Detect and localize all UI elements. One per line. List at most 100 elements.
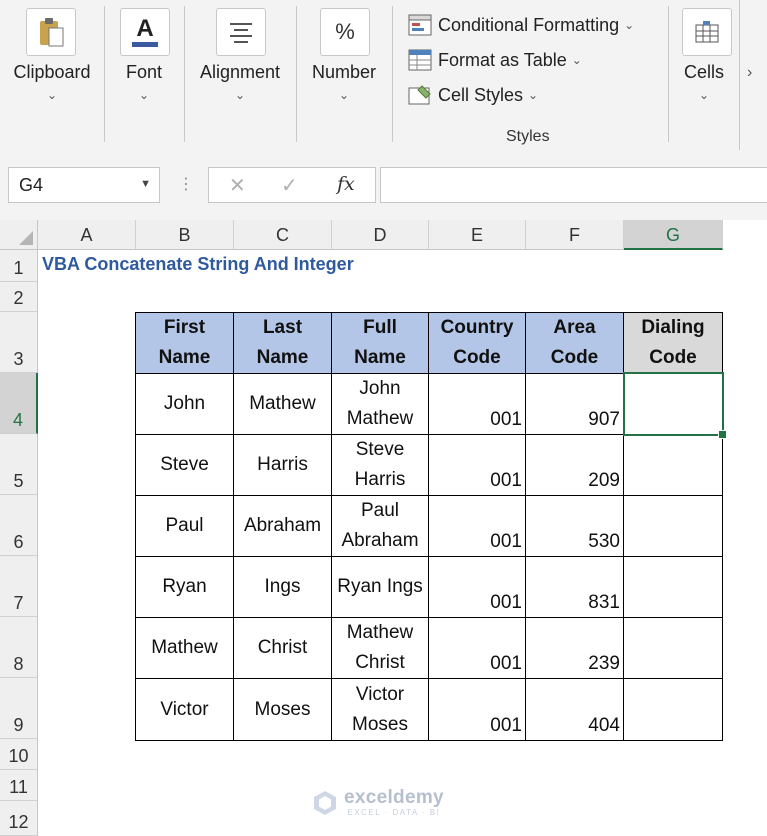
- column-header-b[interactable]: B: [136, 220, 234, 250]
- cell-full-name[interactable]: Paul Abraham: [332, 496, 429, 557]
- cell-country-code[interactable]: 001: [429, 679, 526, 741]
- row-header-7[interactable]: 7: [0, 556, 38, 617]
- cell-first-name[interactable]: John: [136, 374, 234, 435]
- select-all-icon: [19, 231, 33, 245]
- cell-full-name[interactable]: Ryan Ings: [332, 557, 429, 618]
- font-button[interactable]: A: [120, 8, 170, 56]
- cell-dialing-code[interactable]: [624, 435, 723, 496]
- row-header-9[interactable]: 9: [0, 678, 38, 739]
- cell-dialing-code[interactable]: [624, 496, 723, 557]
- column-header-g[interactable]: G: [624, 220, 723, 250]
- cell-styles-icon: [408, 85, 431, 105]
- number-group[interactable]: % Number ⌄: [296, 0, 392, 150]
- enter-icon[interactable]: ✓: [281, 173, 298, 198]
- cell-area-code[interactable]: 209: [526, 435, 624, 496]
- row-header-1[interactable]: 1: [0, 250, 38, 282]
- cell-full-name[interactable]: John Mathew: [332, 374, 429, 435]
- row-header-12[interactable]: 12: [0, 801, 38, 836]
- chevron-down-icon: ⌄: [46, 88, 58, 102]
- font-label: Font: [125, 62, 163, 82]
- row-number: 4: [12, 410, 23, 430]
- cell-country-code[interactable]: 001: [429, 435, 526, 496]
- cell-full-name[interactable]: Steve Harris: [332, 435, 429, 496]
- cell-first-name[interactable]: Ryan: [136, 557, 234, 618]
- cell-last-name[interactable]: Abraham: [234, 496, 332, 557]
- chevron-down-icon: ⌄: [624, 18, 635, 32]
- cell-area-code[interactable]: 907: [526, 374, 624, 435]
- row-number: 12: [8, 812, 29, 832]
- cell-line: Steve: [355, 439, 405, 460]
- name-box-dropdown-icon[interactable]: ▼: [140, 178, 151, 190]
- row-header-6[interactable]: 6: [0, 495, 38, 556]
- alignment-button[interactable]: [216, 8, 266, 56]
- sheet-title[interactable]: VBA Concatenate String And Integer: [42, 254, 354, 275]
- conditional-formatting-label: Conditional Formatting: [438, 14, 620, 35]
- column-header-d[interactable]: D: [332, 220, 429, 250]
- clipboard-button[interactable]: [26, 8, 76, 56]
- clipboard-group[interactable]: Clipboard ⌄: [0, 0, 104, 150]
- cell-text: John Mathew: [347, 374, 414, 434]
- chevron-down-icon: ⌄: [138, 88, 150, 102]
- chevron-down-icon: ⌄: [698, 88, 710, 102]
- cell-first-name[interactable]: Steve: [136, 435, 234, 496]
- active-cell-selection[interactable]: [623, 372, 724, 436]
- cell-full-name[interactable]: Mathew Christ: [332, 618, 429, 679]
- column-header-c[interactable]: C: [234, 220, 332, 250]
- alignment-group[interactable]: Alignment ⌄: [184, 0, 296, 150]
- row-header-5[interactable]: 5: [0, 434, 38, 495]
- cell-first-name[interactable]: Mathew: [136, 618, 234, 679]
- format-as-table-button[interactable]: Format as Table ⌄: [408, 47, 582, 73]
- cell-last-name[interactable]: Harris: [234, 435, 332, 496]
- row-header-10[interactable]: 10: [0, 739, 38, 770]
- cancel-icon[interactable]: ✕: [229, 173, 246, 198]
- row-header-4[interactable]: 4: [0, 373, 38, 434]
- cell-area-code[interactable]: 404: [526, 679, 624, 741]
- header-first-name[interactable]: First Name: [136, 313, 234, 374]
- cell-last-name[interactable]: Ings: [234, 557, 332, 618]
- cell-dialing-code[interactable]: [624, 557, 723, 618]
- cell-country-code[interactable]: 001: [429, 496, 526, 557]
- font-group[interactable]: A Font ⌄: [104, 0, 184, 150]
- row-header-3[interactable]: 3: [0, 312, 38, 373]
- cell-country-code[interactable]: 001: [429, 618, 526, 679]
- row-header-11[interactable]: 11: [0, 770, 38, 801]
- row-header-8[interactable]: 8: [0, 617, 38, 678]
- header-country-code[interactable]: Country Code: [429, 313, 526, 374]
- cell-styles-button[interactable]: Cell Styles ⌄: [408, 82, 538, 108]
- cell-line: Victor: [355, 683, 405, 705]
- number-button[interactable]: %: [320, 8, 370, 56]
- cell-full-name[interactable]: Victor Moses: [332, 679, 429, 741]
- name-box[interactable]: G4 ▼: [8, 167, 160, 203]
- cell-country-code[interactable]: 001: [429, 374, 526, 435]
- select-all-button[interactable]: [0, 220, 38, 250]
- cell-country-code[interactable]: 001: [429, 557, 526, 618]
- fill-handle[interactable]: [718, 430, 727, 439]
- cell-last-name[interactable]: Christ: [234, 618, 332, 679]
- header-full-name[interactable]: Full Name: [332, 313, 429, 374]
- header-last-name[interactable]: Last Name: [234, 313, 332, 374]
- formula-bar-resize-handle[interactable]: ⋮: [178, 174, 194, 194]
- cell-area-code[interactable]: 831: [526, 557, 624, 618]
- header-area-code[interactable]: Area Code: [526, 313, 624, 374]
- cells-button[interactable]: [682, 8, 732, 56]
- row-header-2[interactable]: 2: [0, 282, 38, 312]
- header-dialing-code[interactable]: Dialing Code: [624, 313, 723, 374]
- conditional-formatting-button[interactable]: Conditional Formatting ⌄: [408, 12, 634, 38]
- cell-area-code[interactable]: 239: [526, 618, 624, 679]
- cell-dialing-code[interactable]: [624, 618, 723, 679]
- column-header-a[interactable]: A: [38, 220, 136, 250]
- formula-input[interactable]: [380, 167, 767, 203]
- cell-last-name[interactable]: Moses: [234, 679, 332, 741]
- insert-function-icon[interactable]: fx: [337, 173, 355, 195]
- column-header-e[interactable]: E: [429, 220, 526, 250]
- align-center-icon: [230, 23, 252, 43]
- cells-group[interactable]: Cells ⌄: [668, 0, 740, 150]
- cell-last-name[interactable]: Mathew: [234, 374, 332, 435]
- column-header-f[interactable]: F: [526, 220, 624, 250]
- ribbon-scroll-right-button[interactable]: ›: [739, 0, 767, 150]
- cell-area-code[interactable]: 530: [526, 496, 624, 557]
- exceldemy-logo-icon: [314, 790, 336, 815]
- cell-first-name[interactable]: Victor: [136, 679, 234, 741]
- cell-dialing-code[interactable]: [624, 679, 723, 741]
- cell-first-name[interactable]: Paul: [136, 496, 234, 557]
